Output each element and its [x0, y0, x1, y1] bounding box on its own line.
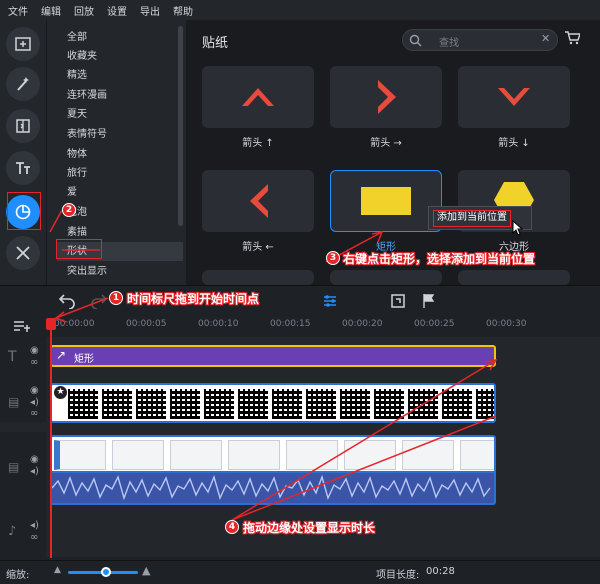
step-badge-4: 4 — [225, 520, 239, 534]
step-3-text: 右键点击矩形，选择添加到当前位置 — [343, 252, 536, 266]
step-4-text: 拖动边缘处设置显示时长 — [243, 521, 376, 535]
step-badge-3: 3 — [326, 251, 340, 265]
step-badge-2: 2 — [62, 203, 76, 217]
step-1-text: 时间标尺拖到开始时间点 — [127, 292, 260, 306]
step-badge-1: 1 — [109, 291, 123, 305]
annotation-arrows — [49, 209, 498, 521]
